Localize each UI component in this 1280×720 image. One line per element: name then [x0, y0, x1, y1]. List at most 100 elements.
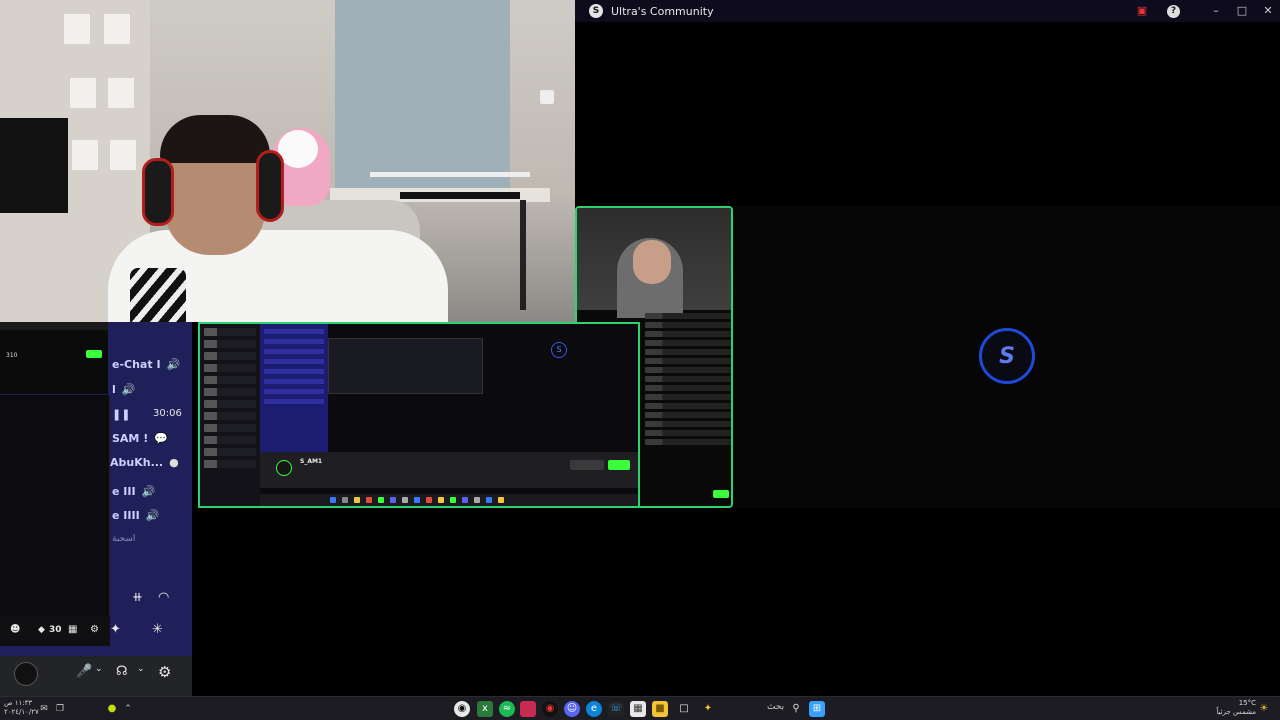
channel-label: l: [112, 383, 116, 396]
avatar[interactable]: [14, 662, 38, 686]
chat-message: [645, 439, 731, 445]
thumbnail-number: 310: [6, 352, 18, 359]
boost-icon: ◆: [38, 625, 45, 635]
webcam-overlay: [0, 0, 575, 322]
screen-share-tile[interactable]: S_AM1: [198, 322, 640, 508]
mute-stream-icon[interactable]: ⧺: [132, 590, 143, 605]
sword: [370, 172, 530, 177]
tv-screen: [0, 118, 68, 213]
chat-message: [645, 322, 731, 328]
headset-left-cup: [142, 158, 174, 226]
shared-taskbar: [260, 494, 638, 506]
app-titlebar: S Ultra's Community ▣ ? – □ ✕: [575, 0, 1280, 22]
os-taskbar: ١١:٣٣ ص ٢٠٢٤/١٠/٢٧ ✉ ❐ ● ⌃ ◉ x ≈ ◉ ☺ e ☏…: [0, 696, 1280, 720]
channel-row-6[interactable]: اسحبة: [112, 534, 135, 544]
notification-icon[interactable]: ✉: [36, 701, 52, 717]
channel-label: AbuKh...: [110, 456, 164, 469]
whatsapp-icon[interactable]: ☏: [608, 701, 624, 717]
member-list-panel: [0, 395, 110, 645]
minimize-icon[interactable]: –: [1208, 3, 1224, 19]
chrome-icon[interactable]: ◉: [454, 701, 470, 717]
user-panel: 🎤 ⌄ ☊ ⌄ ⚙: [0, 656, 192, 696]
close-icon[interactable]: ✕: [1260, 3, 1276, 19]
tray-app-icon[interactable]: ●: [104, 701, 120, 717]
app-logo-icon: S: [589, 4, 603, 18]
excel-icon[interactable]: x: [477, 701, 493, 717]
community-logo: S: [979, 328, 1035, 384]
weather-widget[interactable]: 15°C مشمس جزئياً: [1216, 699, 1256, 717]
app-icon[interactable]: [520, 701, 536, 717]
weather-sun-icon[interactable]: ☀: [1256, 701, 1272, 717]
notepad-icon[interactable]: □: [676, 701, 692, 717]
headphones-icon[interactable]: ☊: [116, 664, 128, 679]
search-label[interactable]: بحث: [767, 702, 784, 712]
microphone: [130, 268, 186, 322]
microphone-icon[interactable]: 🎤: [76, 664, 92, 679]
headset-right-cup: [256, 150, 284, 222]
chat-message: [645, 385, 731, 391]
channel-row-2[interactable]: SAM ! 💬: [112, 431, 168, 445]
help-icon[interactable]: ?: [1167, 5, 1180, 18]
maximize-icon[interactable]: □: [1234, 3, 1250, 19]
store-icon[interactable]: ▦: [630, 701, 646, 717]
gear-icon[interactable]: ⚙: [158, 663, 171, 681]
boost-count: 30: [49, 625, 62, 635]
copilot-icon[interactable]: ✦: [700, 701, 716, 717]
soundboard-icon[interactable]: ✳: [152, 622, 163, 637]
chevron-down-icon[interactable]: ⌄: [95, 664, 103, 674]
stream-chat: [645, 310, 731, 506]
app-title: Ultra's Community: [611, 4, 714, 18]
channel-row-5[interactable]: e IIII 🔊: [112, 508, 160, 522]
pause-icon[interactable]: ❚❚: [112, 408, 130, 421]
community-logo-small: S: [551, 342, 567, 358]
folder-icon[interactable]: ■: [652, 701, 668, 717]
screen-share-icon[interactable]: ▣: [1134, 3, 1150, 19]
emoji-icon[interactable]: ☻: [10, 624, 20, 635]
chat-message: [645, 394, 731, 400]
search-icon[interactable]: ⚲: [788, 701, 804, 717]
spotify-icon[interactable]: ≈: [499, 701, 515, 717]
channel-label: SAM !: [112, 432, 149, 445]
chat-message: [645, 349, 731, 355]
speaker-icon: 🔊: [166, 357, 181, 371]
chat-send-button: [713, 490, 729, 498]
wall-paper: [108, 78, 134, 108]
door: [335, 0, 510, 200]
voice-timer: 30:06: [153, 408, 182, 419]
chevron-down-icon[interactable]: ⌄: [137, 664, 145, 674]
channel-row-1[interactable]: l 🔊: [112, 382, 136, 396]
disconnect-icon[interactable]: ◠: [158, 590, 169, 605]
shop-icon[interactable]: ▦: [68, 624, 77, 635]
chat-message: [645, 313, 731, 319]
chat-message: [645, 367, 731, 373]
channel-row-4[interactable]: e III 🔊: [112, 484, 156, 498]
channel-row-3[interactable]: AbuKh... ●: [110, 456, 181, 469]
edge-icon[interactable]: e: [586, 701, 602, 717]
channel-label: e IIII: [112, 509, 140, 522]
shared-sidebar: [260, 324, 328, 454]
shared-leaderboard: [200, 324, 260, 506]
activity-icon[interactable]: ✦: [110, 622, 121, 637]
chat-bubble-icon: 💬: [154, 431, 168, 445]
shared-follow-button: [608, 460, 630, 470]
channel-row-0[interactable]: e-Chat I 🔊: [112, 357, 181, 371]
discord-icon[interactable]: ☺: [564, 701, 580, 717]
person-icon: ●: [169, 455, 179, 469]
streamer-avatar: [276, 460, 292, 476]
speaker-icon: 🔊: [141, 484, 156, 498]
obs-icon[interactable]: ◉: [542, 701, 558, 717]
start-icon[interactable]: ⊞: [809, 701, 825, 717]
clock[interactable]: ١١:٣٣ ص ٢٠٢٤/١٠/٢٧: [4, 699, 39, 717]
copy-icon[interactable]: ❐: [52, 701, 68, 717]
speaker-icon: 🔊: [121, 382, 136, 396]
chat-thumbnail[interactable]: 310: [0, 322, 108, 394]
chat-message: [645, 430, 731, 436]
voice-pause-row[interactable]: ❚❚: [112, 408, 130, 421]
sword-case: [400, 192, 520, 199]
shared-stream-bar: S_AM1: [260, 452, 638, 488]
gear-icon[interactable]: ⚙: [90, 624, 99, 635]
wall-paper: [64, 14, 90, 44]
chat-message: [645, 376, 731, 382]
chevron-up-icon[interactable]: ⌃: [120, 701, 136, 717]
speaker-icon: 🔊: [145, 508, 160, 522]
